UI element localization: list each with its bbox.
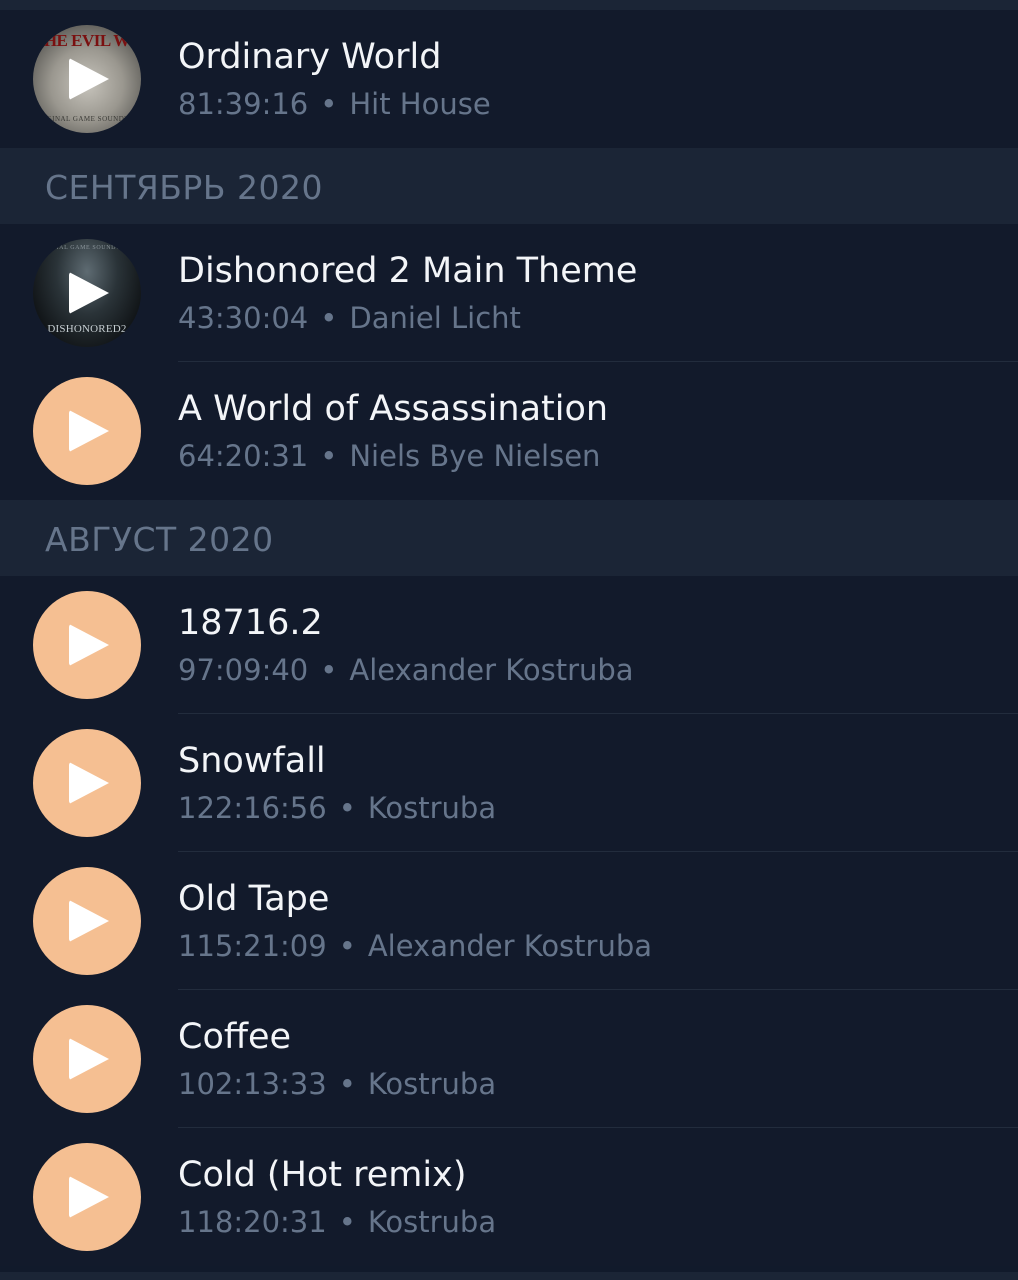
track-duration: 97:09:40 bbox=[178, 653, 309, 687]
play-icon[interactable] bbox=[69, 624, 109, 666]
track-meta: 81:39:16 • Hit House bbox=[178, 87, 491, 121]
play-icon[interactable] bbox=[69, 410, 109, 452]
track-duration: 64:20:31 bbox=[178, 439, 309, 473]
track-row[interactable]: Snowfall 122:16:56 • Kostruba bbox=[0, 714, 1018, 852]
track-duration: 118:20:31 bbox=[178, 1205, 327, 1239]
separator-dot: • bbox=[320, 439, 338, 473]
track-duration: 81:39:16 bbox=[178, 87, 309, 121]
play-icon[interactable] bbox=[69, 58, 109, 100]
section-header: СЕНТЯБРЬ 2020 bbox=[0, 148, 1018, 224]
track-duration: 122:16:56 bbox=[178, 791, 327, 825]
track-meta: 102:13:33 • Kostruba bbox=[178, 1067, 496, 1101]
cover-art-title: DISHONORED2 bbox=[47, 323, 127, 335]
track-artist[interactable]: Kostruba bbox=[368, 791, 496, 825]
track-title: Cold (Hot remix) bbox=[178, 1155, 467, 1195]
play-icon[interactable] bbox=[69, 1176, 109, 1218]
separator-dot: • bbox=[320, 87, 338, 121]
track-row[interactable]: 18716.2 97:09:40 • Alexander Kostruba bbox=[0, 576, 1018, 714]
track-title: Old Tape bbox=[178, 879, 330, 919]
section-header-label: АВГУСТ 2020 bbox=[45, 520, 274, 559]
separator-dot: • bbox=[338, 929, 356, 963]
track-meta: 122:16:56 • Kostruba bbox=[178, 791, 496, 825]
separator-dot: • bbox=[338, 1205, 356, 1239]
separator-dot: • bbox=[320, 301, 338, 335]
track-cover[interactable] bbox=[33, 591, 141, 699]
track-artist[interactable]: Niels Bye Nielsen bbox=[349, 439, 600, 473]
track-meta: 115:21:09 • Alexander Kostruba bbox=[178, 929, 652, 963]
cover-art-caption: ORIGINAL GAME SOUNDTRACK bbox=[33, 115, 141, 123]
track-cover[interactable] bbox=[33, 1143, 141, 1251]
section-header-label: СЕНТЯБРЬ 2020 bbox=[45, 168, 323, 207]
track-artist[interactable]: Kostruba bbox=[368, 1205, 496, 1239]
track-cover[interactable] bbox=[33, 1005, 141, 1113]
track-row[interactable]: ORIGINAL GAME SOUNDTRACK DISHONORED2 Dis… bbox=[0, 224, 1018, 362]
track-artist[interactable]: Kostruba bbox=[368, 1067, 496, 1101]
separator-dot: • bbox=[338, 791, 356, 825]
track-title: Coffee bbox=[178, 1017, 292, 1057]
track-meta: 118:20:31 • Kostruba bbox=[178, 1205, 496, 1239]
separator-dot: • bbox=[320, 653, 338, 687]
track-row[interactable]: Coffee 102:13:33 • Kostruba bbox=[0, 990, 1018, 1128]
play-icon[interactable] bbox=[69, 762, 109, 804]
bottom-edge bbox=[0, 1272, 1018, 1280]
track-row[interactable]: Cold (Hot remix) 118:20:31 • Kostruba bbox=[0, 1128, 1018, 1266]
top-edge bbox=[0, 0, 1018, 10]
track-duration: 102:13:33 bbox=[178, 1067, 327, 1101]
separator-dot: • bbox=[338, 1067, 356, 1101]
track-cover[interactable]: ORIGINAL GAME SOUNDTRACK DISHONORED2 bbox=[33, 239, 141, 347]
track-title: 18716.2 bbox=[178, 603, 323, 643]
play-icon[interactable] bbox=[69, 1038, 109, 1080]
track-row[interactable]: Old Tape 115:21:09 • Alexander Kostruba bbox=[0, 852, 1018, 990]
track-title: Ordinary World bbox=[178, 37, 442, 77]
track-title: Dishonored 2 Main Theme bbox=[178, 251, 638, 291]
cover-art-title: THE EVIL WITHIN bbox=[33, 31, 141, 50]
track-cover[interactable]: THE EVIL WITHIN ORIGINAL GAME SOUNDTRACK bbox=[33, 25, 141, 133]
track-meta: 97:09:40 • Alexander Kostruba bbox=[178, 653, 634, 687]
cover-art-caption: ORIGINAL GAME SOUNDTRACK bbox=[34, 245, 140, 251]
track-meta: 43:30:04 • Daniel Licht bbox=[178, 301, 521, 335]
play-icon[interactable] bbox=[69, 900, 109, 942]
track-meta: 64:20:31 • Niels Bye Nielsen bbox=[178, 439, 600, 473]
track-row[interactable]: A World of Assassination 64:20:31 • Niels … bbox=[0, 362, 1018, 500]
track-title: A World of Assassination bbox=[178, 389, 609, 429]
track-cover[interactable] bbox=[33, 377, 141, 485]
track-cover[interactable] bbox=[33, 867, 141, 975]
track-cover[interactable] bbox=[33, 729, 141, 837]
track-duration: 43:30:04 bbox=[178, 301, 309, 335]
track-title: Snowfall bbox=[178, 741, 326, 781]
track-artist[interactable]: Alexander Kostruba bbox=[349, 653, 633, 687]
play-icon[interactable] bbox=[69, 272, 109, 314]
track-row[interactable]: THE EVIL WITHIN ORIGINAL GAME SOUNDTRACK… bbox=[0, 10, 1018, 148]
track-duration: 115:21:09 bbox=[178, 929, 327, 963]
track-artist[interactable]: Hit House bbox=[349, 87, 490, 121]
track-artist[interactable]: Daniel Licht bbox=[349, 301, 521, 335]
track-artist[interactable]: Alexander Kostruba bbox=[368, 929, 652, 963]
audio-track-list: THE EVIL WITHIN ORIGINAL GAME SOUNDTRACK… bbox=[0, 10, 1018, 1266]
section-header: АВГУСТ 2020 bbox=[0, 500, 1018, 576]
